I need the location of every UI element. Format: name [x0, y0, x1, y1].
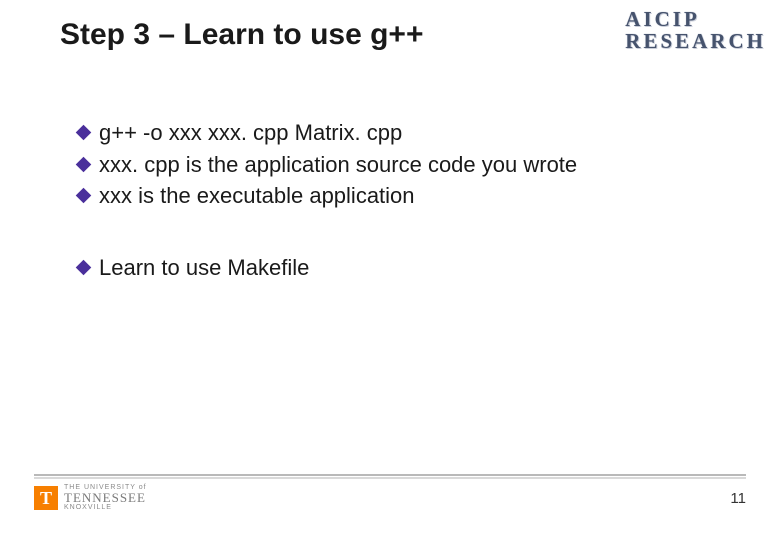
ut-line-bot: KNOXVILLE — [64, 504, 147, 511]
aicip-research-logo: AICIP RESEARCH — [625, 8, 766, 52]
ut-logo-text: THE UNIVERSITY of TENNESSEE KNOXVILLE — [64, 484, 147, 511]
bullet-text: xxx is the executable application — [99, 181, 730, 211]
diamond-bullet-icon — [76, 156, 92, 172]
list-item: xxx is the executable application — [78, 181, 730, 211]
logo-line-1: AICIP — [625, 8, 766, 30]
ut-t-icon: T — [34, 486, 58, 510]
bullet-text: xxx. cpp is the application source code … — [99, 150, 730, 180]
footer: T THE UNIVERSITY of TENNESSEE KNOXVILLE … — [0, 474, 780, 520]
list-item: g++ -o xxx xxx. cpp Matrix. cpp — [78, 118, 730, 148]
page-number: 11 — [730, 490, 746, 507]
ut-logo: T THE UNIVERSITY of TENNESSEE KNOXVILLE — [34, 484, 147, 511]
content-area: g++ -o xxx xxx. cpp Matrix. cpp xxx. cpp… — [78, 118, 730, 285]
bullet-text: g++ -o xxx xxx. cpp Matrix. cpp — [99, 118, 730, 148]
footer-divider — [34, 474, 746, 478]
list-item: Learn to use Makefile — [78, 253, 730, 283]
diamond-bullet-icon — [76, 188, 92, 204]
diamond-bullet-icon — [76, 260, 92, 276]
slide: Step 3 – Learn to use g++ AICIP RESEARCH… — [0, 0, 780, 540]
logo-line-2: RESEARCH — [625, 30, 766, 52]
ut-line-mid: TENNESSEE — [64, 491, 147, 504]
diamond-bullet-icon — [76, 125, 92, 141]
slide-title: Step 3 – Learn to use g++ — [60, 18, 423, 52]
list-item: xxx. cpp is the application source code … — [78, 150, 730, 180]
bullet-text: Learn to use Makefile — [99, 253, 730, 283]
